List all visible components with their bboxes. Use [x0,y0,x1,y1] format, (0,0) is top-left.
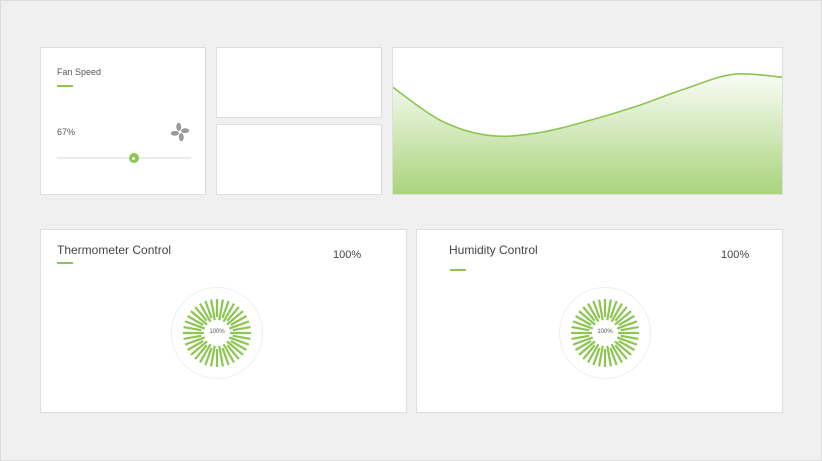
humidity-dial-label: 100% [597,329,613,335]
thermometer-value: 100% [333,249,362,261]
fan-speed-slider-track[interactable] [57,157,191,159]
thermometer-control-title: Thermometer Control [57,243,172,257]
dial-tick [620,334,639,340]
dial-tick [183,334,202,340]
humidity-control-title: Humidity Control [449,243,538,257]
humidity-accent-line [450,269,466,271]
dial-tick [232,334,251,340]
humidity-control-card: Humidity Control 100% 100% [416,229,783,413]
fan-speed-accent-line [57,85,73,87]
empty-card-bottom [216,124,382,195]
fan-speed-slider-handle[interactable] [128,153,139,163]
wave-area-fill [393,73,782,194]
empty-card-top [216,47,382,118]
thermometer-dial-label: 100% [209,329,225,335]
fan-speed-card: Fan Speed 67% [40,47,206,195]
wave-area-chart [393,73,782,194]
humidity-value: 100% [721,249,750,261]
wave-chart-card [392,47,783,195]
fan-speed-value: 67% [57,127,76,137]
thermometer-control-card: Thermometer Control 100% 100% [40,229,407,413]
fan-icon [170,122,190,142]
fan-speed-title: Fan Speed [57,67,102,77]
dial-tick [571,334,590,340]
thermometer-accent-line [57,262,73,264]
